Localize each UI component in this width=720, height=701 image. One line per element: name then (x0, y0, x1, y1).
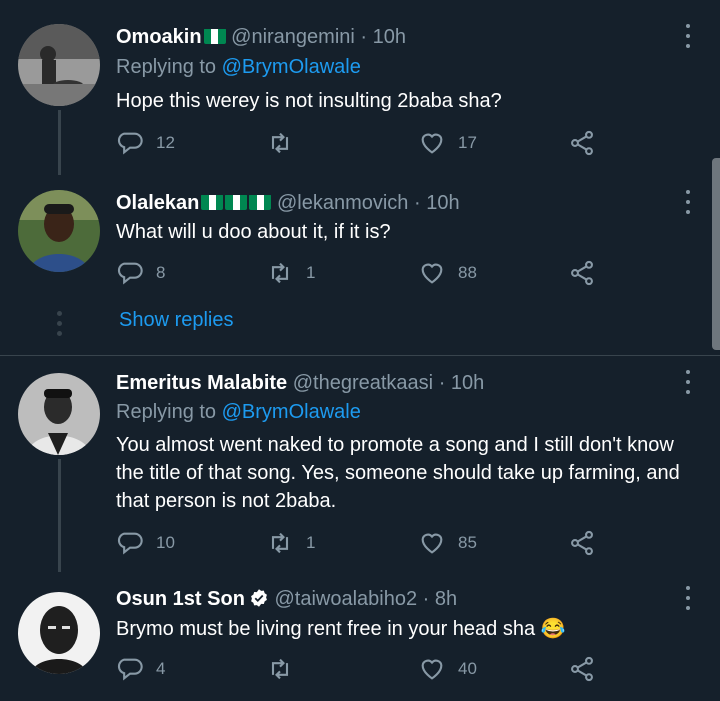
like-count: 40 (458, 659, 477, 678)
more-options-icon[interactable] (678, 190, 698, 214)
replying-to: Replying to @BrymOlawale (116, 401, 361, 424)
reply-icon (117, 132, 143, 155)
share-button[interactable] (568, 259, 596, 287)
display-name[interactable]: Olalekan (116, 192, 199, 214)
share-button[interactable] (568, 529, 596, 557)
separator: · (422, 588, 430, 610)
retweet-count: 1 (306, 263, 316, 282)
reply-button[interactable]: 12 (116, 129, 175, 157)
thread-line (58, 459, 61, 572)
timestamp[interactable]: 8h (435, 588, 457, 610)
separator: · (413, 192, 421, 214)
nigeria-flag-icon (201, 194, 224, 210)
handle[interactable]: @thegreatkaasi (293, 372, 433, 394)
separator: · (438, 372, 446, 394)
reply-count: 4 (156, 659, 166, 678)
timestamp[interactable]: 10h (373, 26, 406, 48)
handle[interactable]: @nirangemini (231, 26, 355, 48)
retweet-icon (271, 262, 289, 284)
timestamp[interactable]: 10h (451, 372, 484, 394)
timestamp[interactable]: 10h (426, 192, 459, 214)
tweet-text: Brymo must be living rent free in your h… (116, 618, 566, 640)
like-button[interactable]: 88 (418, 259, 477, 287)
share-icon (571, 260, 593, 286)
retweet-icon (271, 132, 289, 154)
share-button[interactable] (568, 129, 596, 157)
divider (0, 355, 720, 356)
retweet-button[interactable] (266, 129, 306, 157)
share-button[interactable] (568, 655, 596, 683)
tweet-text: You almost went naked to promote a song … (116, 434, 680, 512)
heart-icon (421, 659, 443, 680)
heart-icon (421, 263, 443, 284)
tweet-header: Olalekan @lekanmovich · 10h (116, 192, 460, 215)
reply-icon (117, 532, 143, 555)
more-options-icon[interactable] (678, 586, 698, 610)
reply-count: 10 (156, 533, 175, 552)
scrollbar[interactable] (712, 158, 720, 350)
tweet-header: Omoakin @nirangemini · 10h (116, 26, 406, 49)
reply-button[interactable]: 10 (116, 529, 175, 557)
nigeria-flag-icon (225, 194, 248, 210)
replying-to: Replying to @BrymOlawale (116, 56, 361, 79)
replying-to-label: Replying to (116, 56, 217, 78)
replying-to-link[interactable]: @BrymOlawale (222, 401, 361, 423)
separator: · (360, 26, 368, 48)
retweet-button[interactable]: 1 (266, 259, 315, 287)
display-name[interactable]: Osun 1st Son (116, 588, 245, 610)
reply-button[interactable]: 8 (116, 259, 165, 287)
retweet-button[interactable]: 1 (266, 529, 315, 557)
share-icon (571, 130, 593, 156)
share-icon (571, 530, 593, 556)
tweet-header: Emeritus Malabite @thegreatkaasi · 10h (116, 372, 484, 395)
retweet-icon (271, 532, 289, 554)
display-name[interactable]: Omoakin (116, 26, 202, 48)
avatar[interactable] (18, 24, 100, 106)
retweet-count: 1 (306, 533, 316, 552)
handle[interactable]: @taiwoalabiho2 (274, 588, 417, 610)
heart-icon (421, 133, 443, 154)
like-count: 85 (458, 533, 477, 552)
replying-to-label: Replying to (116, 401, 217, 423)
retweet-button[interactable] (266, 655, 306, 683)
verified-badge-icon (250, 589, 267, 607)
thread-line (58, 110, 61, 175)
reply-icon (117, 262, 143, 285)
thread-continuation-dots (56, 311, 62, 336)
like-button[interactable]: 85 (418, 529, 477, 557)
reply-count: 8 (156, 263, 166, 282)
tweet-text: Hope this werey is not insulting 2baba s… (116, 90, 502, 112)
like-button[interactable]: 40 (418, 655, 477, 683)
action-bar: 8 1 88 (116, 259, 606, 289)
reply-count: 12 (156, 133, 175, 152)
retweet-icon (271, 658, 289, 680)
avatar[interactable] (18, 373, 100, 455)
reply-icon (117, 658, 143, 681)
more-options-icon[interactable] (678, 370, 698, 394)
nigeria-flag-icon (249, 194, 272, 210)
reply-button[interactable]: 4 (116, 655, 165, 683)
tweet-header: Osun 1st Son @taiwoalabiho2 · 8h (116, 588, 457, 611)
avatar[interactable] (18, 592, 100, 674)
action-bar: 12 17 (116, 129, 606, 159)
handle[interactable]: @lekanmovich (277, 192, 408, 214)
replying-to-link[interactable]: @BrymOlawale (222, 56, 361, 78)
share-icon (571, 656, 593, 682)
display-name[interactable]: Emeritus Malabite (116, 372, 287, 394)
like-button[interactable]: 17 (418, 129, 477, 157)
nigeria-flag-icon (203, 28, 226, 44)
tweet-text: What will u doo about it, if it is? (116, 221, 391, 243)
like-count: 88 (458, 263, 477, 282)
like-count: 17 (458, 133, 477, 152)
action-bar: 4 40 (116, 655, 606, 685)
heart-icon (421, 533, 443, 554)
more-options-icon[interactable] (678, 24, 698, 48)
avatar[interactable] (18, 190, 100, 272)
show-replies-link[interactable]: Show replies (119, 309, 234, 332)
action-bar: 10 1 85 (116, 529, 606, 559)
